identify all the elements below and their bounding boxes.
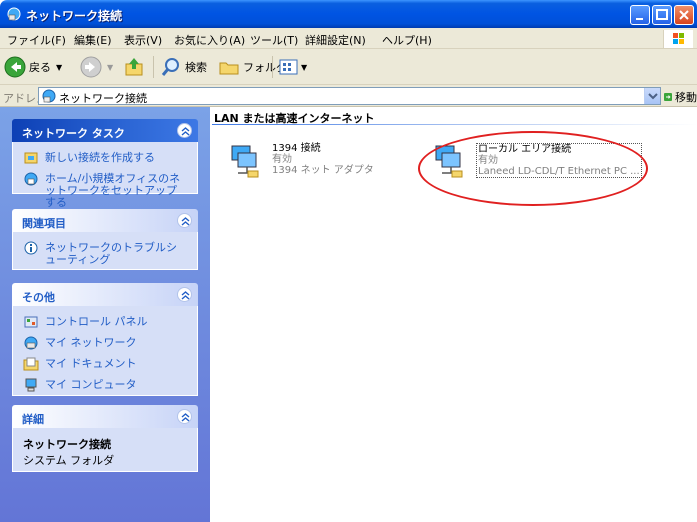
search-icon (161, 58, 179, 76)
back-arrow-icon (4, 56, 26, 78)
home-network-icon (24, 172, 38, 186)
toolbar-separator (272, 56, 273, 78)
go-label: 移動 (675, 90, 697, 104)
windows-logo (663, 30, 693, 48)
info-icon (24, 241, 38, 255)
network-tasks-header[interactable]: ネットワーク タスク (12, 119, 198, 142)
chevron-down-icon (648, 93, 658, 100)
collapse-button[interactable] (177, 123, 192, 138)
create-connection-link[interactable]: 新しい接続を作成する (23, 150, 187, 166)
other-places-header[interactable]: その他 (12, 283, 198, 306)
other-places-box: その他 コントロール パネル マイ ネットワーク マイ ドキュメント マイ コン… (12, 283, 198, 396)
network-tasks-title: ネットワーク タスク (22, 127, 125, 140)
close-icon (679, 10, 689, 20)
other-places-title: その他 (22, 291, 55, 304)
views-button[interactable]: ▼ (278, 54, 307, 80)
back-button[interactable]: 戻る ▼ (4, 54, 62, 80)
menu-view[interactable]: 表示(V) (124, 32, 162, 48)
toolbar-separator (153, 56, 154, 78)
minimize-button[interactable] (630, 5, 650, 25)
home-network-setup-label: ホーム/小規模オフィスのネットワークをセットアップする (45, 172, 181, 209)
network-tasks-box: ネットワーク タスク 新しい接続を作成する ホーム/小規模オフィスのネットワーク… (12, 119, 198, 209)
details-title: 詳細 (22, 413, 44, 426)
menu-favorites[interactable]: お気に入り(A) (174, 32, 245, 48)
highlight-ellipse (418, 131, 648, 206)
menu-bar: ファイル(F) 編集(E) 表示(V) お気に入り(A) ツール(T) 詳細設定… (0, 28, 697, 49)
menu-edit[interactable]: 編集(E) (74, 32, 112, 48)
new-connection-icon (24, 152, 38, 164)
my-computer-icon (25, 378, 37, 392)
minimize-icon (636, 18, 643, 20)
menu-advanced[interactable]: 詳細設定(N) (305, 32, 366, 48)
chevron-up-icon (181, 127, 190, 136)
file-view[interactable]: LAN または高速インターネット 1394 接続 有効 1394 ネット アダプ… (210, 107, 697, 522)
forward-button[interactable]: ▼ (80, 54, 113, 80)
my-computer-link[interactable]: マイ コンピュータ (23, 377, 187, 393)
maximize-icon (656, 9, 668, 20)
my-documents-label: マイ ドキュメント (45, 357, 137, 370)
go-button[interactable]: 移動 (664, 88, 697, 105)
collapse-button[interactable] (177, 213, 192, 228)
connection-device: 1394 ネット アダプタ (272, 165, 374, 176)
my-documents-link[interactable]: マイ ドキュメント (23, 356, 187, 372)
menu-tools[interactable]: ツール(T) (250, 32, 298, 48)
collapse-button[interactable] (177, 409, 192, 424)
details-box: 詳細 ネットワーク接続 システム フォルダ (12, 405, 198, 472)
address-value: ネットワーク接続 (59, 92, 147, 105)
views-dropdown-icon[interactable]: ▼ (301, 63, 307, 72)
menu-file[interactable]: ファイル(F) (7, 32, 66, 48)
related-topics-title: 関連項目 (22, 217, 66, 230)
connection-name: 1394 接続 (272, 143, 321, 154)
chevron-up-icon (181, 413, 190, 422)
details-name: ネットワーク接続 (23, 438, 111, 451)
task-pane: ネットワーク タスク 新しい接続を作成する ホーム/小規模オフィスのネットワーク… (0, 107, 210, 522)
address-dropdown-button[interactable] (644, 88, 660, 104)
windows-flag-icon (673, 33, 684, 44)
title-bar[interactable]: ネットワーク接続 (0, 0, 697, 28)
collapse-button[interactable] (177, 287, 192, 302)
network-connections-icon (7, 7, 21, 21)
chevron-up-icon (181, 291, 190, 300)
details-type: システム フォルダ (23, 454, 115, 467)
control-panel-link[interactable]: コントロール パネル (23, 314, 187, 330)
back-dropdown-icon[interactable]: ▼ (56, 63, 62, 72)
menu-help[interactable]: ヘルプ(H) (382, 32, 432, 48)
related-topics-box: 関連項目 ネットワークのトラブルシューティング (12, 209, 198, 270)
network-connection-icon (231, 145, 259, 178)
related-topics-header[interactable]: 関連項目 (12, 209, 198, 232)
my-network-icon (24, 336, 38, 350)
control-panel-label: コントロール パネル (45, 315, 148, 328)
search-label: 検索 (185, 61, 207, 74)
control-panel-icon (24, 316, 38, 328)
window-title: ネットワーク接続 (26, 9, 123, 23)
forward-dropdown-icon[interactable]: ▼ (107, 63, 113, 72)
forward-arrow-icon (80, 56, 102, 78)
up-folder-button[interactable] (123, 54, 145, 80)
troubleshooter-link[interactable]: ネットワークのトラブルシューティング (23, 240, 187, 266)
views-icon (279, 59, 298, 75)
details-header[interactable]: 詳細 (12, 405, 198, 428)
folders-button[interactable]: フォルダ (218, 54, 287, 80)
maximize-button[interactable] (652, 5, 672, 25)
my-network-label: マイ ネットワーク (45, 336, 137, 349)
create-connection-label: 新しい接続を作成する (45, 151, 155, 164)
folders-icon (219, 62, 239, 75)
my-network-link[interactable]: マイ ネットワーク (23, 335, 187, 351)
toolbar: 戻る ▼ ▼ 検索 フォルダ ▼ (0, 49, 697, 85)
back-label: 戻る (29, 61, 51, 74)
up-folder-icon (125, 58, 143, 76)
address-input[interactable]: ネットワーク接続 (38, 87, 661, 105)
close-button[interactable] (674, 5, 694, 25)
address-bar: アドレス(D) ネットワーク接続 移動 (0, 85, 697, 107)
go-arrow-icon (664, 92, 672, 101)
troubleshooter-label: ネットワークのトラブルシューティング (45, 241, 177, 266)
network-globe-icon (42, 89, 56, 103)
chevron-up-icon (181, 217, 190, 226)
my-computer-label: マイ コンピュータ (45, 378, 137, 391)
group-divider (212, 124, 697, 125)
search-button[interactable]: 検索 (160, 54, 207, 80)
my-documents-icon (23, 357, 39, 371)
connection-status: 有効 (272, 154, 292, 165)
home-network-setup-link[interactable]: ホーム/小規模オフィスのネットワークをセットアップする (23, 171, 187, 209)
